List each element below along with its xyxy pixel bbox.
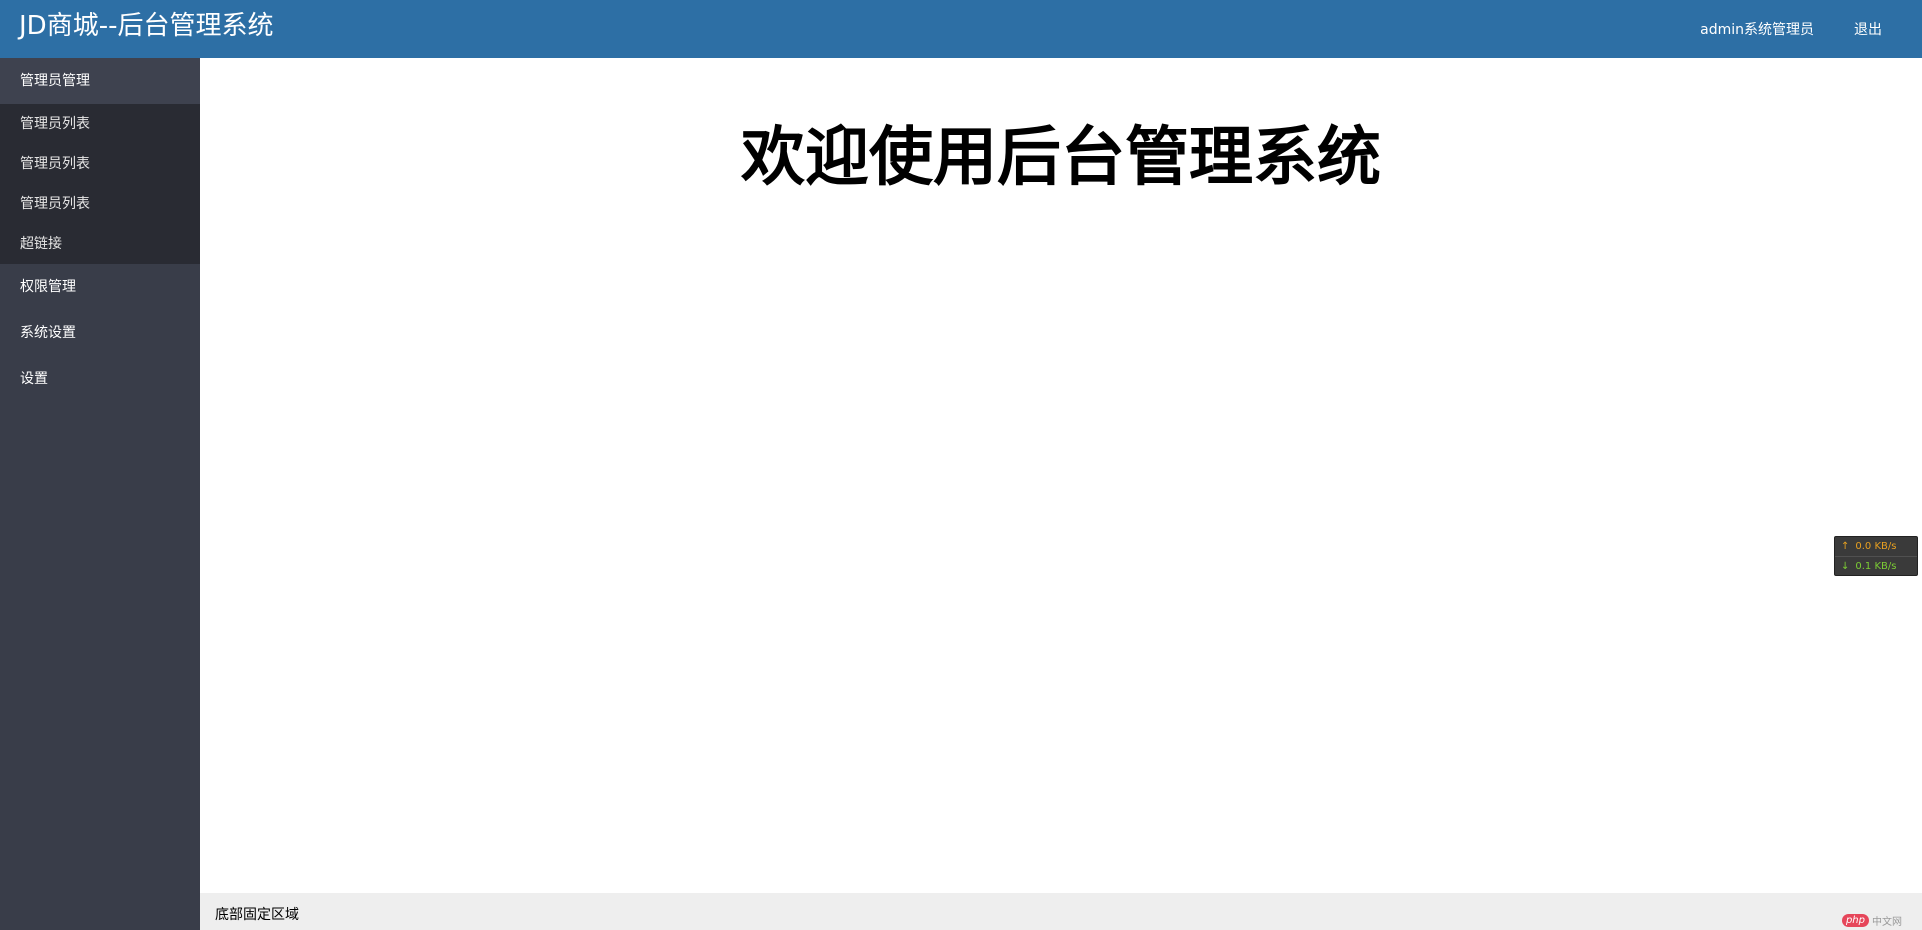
arrow-up-icon: ↑ — [1841, 541, 1850, 552]
php-watermark: php 中文网 — [1841, 913, 1902, 928]
sidebar-item-admin-list[interactable]: 管理员列表 — [0, 104, 200, 144]
sidebar: 管理员管理 管理员列表 管理员列表 管理员列表 超链接 权限管理 系统设置 设置 — [0, 58, 200, 930]
top-header: JD商城--后台管理系统 admin系统管理员 退出 — [0, 0, 1922, 58]
header-nav: admin系统管理员 退出 — [1700, 19, 1922, 39]
download-speed: 0.1 KB/s — [1855, 561, 1897, 572]
user-menu-link[interactable]: admin系统管理员 — [1700, 19, 1814, 39]
upload-speed: 0.0 KB/s — [1855, 541, 1897, 552]
sidebar-item-admin-list[interactable]: 管理员列表 — [0, 184, 200, 224]
php-logo-icon: php — [1841, 914, 1869, 927]
sidebar-group-system-settings[interactable]: 系统设置 — [0, 310, 200, 356]
welcome-heading: 欢迎使用后台管理系统 — [741, 121, 1381, 195]
main-content: 欢迎使用后台管理系统 — [200, 58, 1922, 893]
sidebar-item-hyperlink[interactable]: 超链接 — [0, 224, 200, 264]
footer-text: 底部固定区域 — [215, 907, 299, 923]
sidebar-group-permissions[interactable]: 权限管理 — [0, 264, 200, 310]
arrow-down-icon: ↓ — [1841, 561, 1850, 572]
sidebar-group-admin-management[interactable]: 管理员管理 — [0, 58, 200, 104]
watermark-text: 中文网 — [1872, 917, 1902, 928]
admin-page: JD商城--后台管理系统 admin系统管理员 退出 管理员管理 管理员列表 管… — [0, 0, 1922, 930]
sidebar-group-settings[interactable]: 设置 — [0, 356, 200, 402]
network-speed-widget[interactable]: ↑ 0.0 KB/s ↓ 0.1 KB/s — [1834, 536, 1918, 576]
app-title[interactable]: JD商城--后台管理系统 — [19, 9, 273, 43]
footer: 底部固定区域 php 中文网 — [200, 893, 1922, 930]
logout-link[interactable]: 退出 — [1854, 19, 1882, 39]
sidebar-submenu-admin: 管理员列表 管理员列表 管理员列表 超链接 — [0, 104, 200, 264]
upload-speed-row: ↑ 0.0 KB/s — [1835, 537, 1917, 557]
download-speed-row: ↓ 0.1 KB/s — [1835, 557, 1917, 576]
sidebar-item-admin-list[interactable]: 管理员列表 — [0, 144, 200, 184]
